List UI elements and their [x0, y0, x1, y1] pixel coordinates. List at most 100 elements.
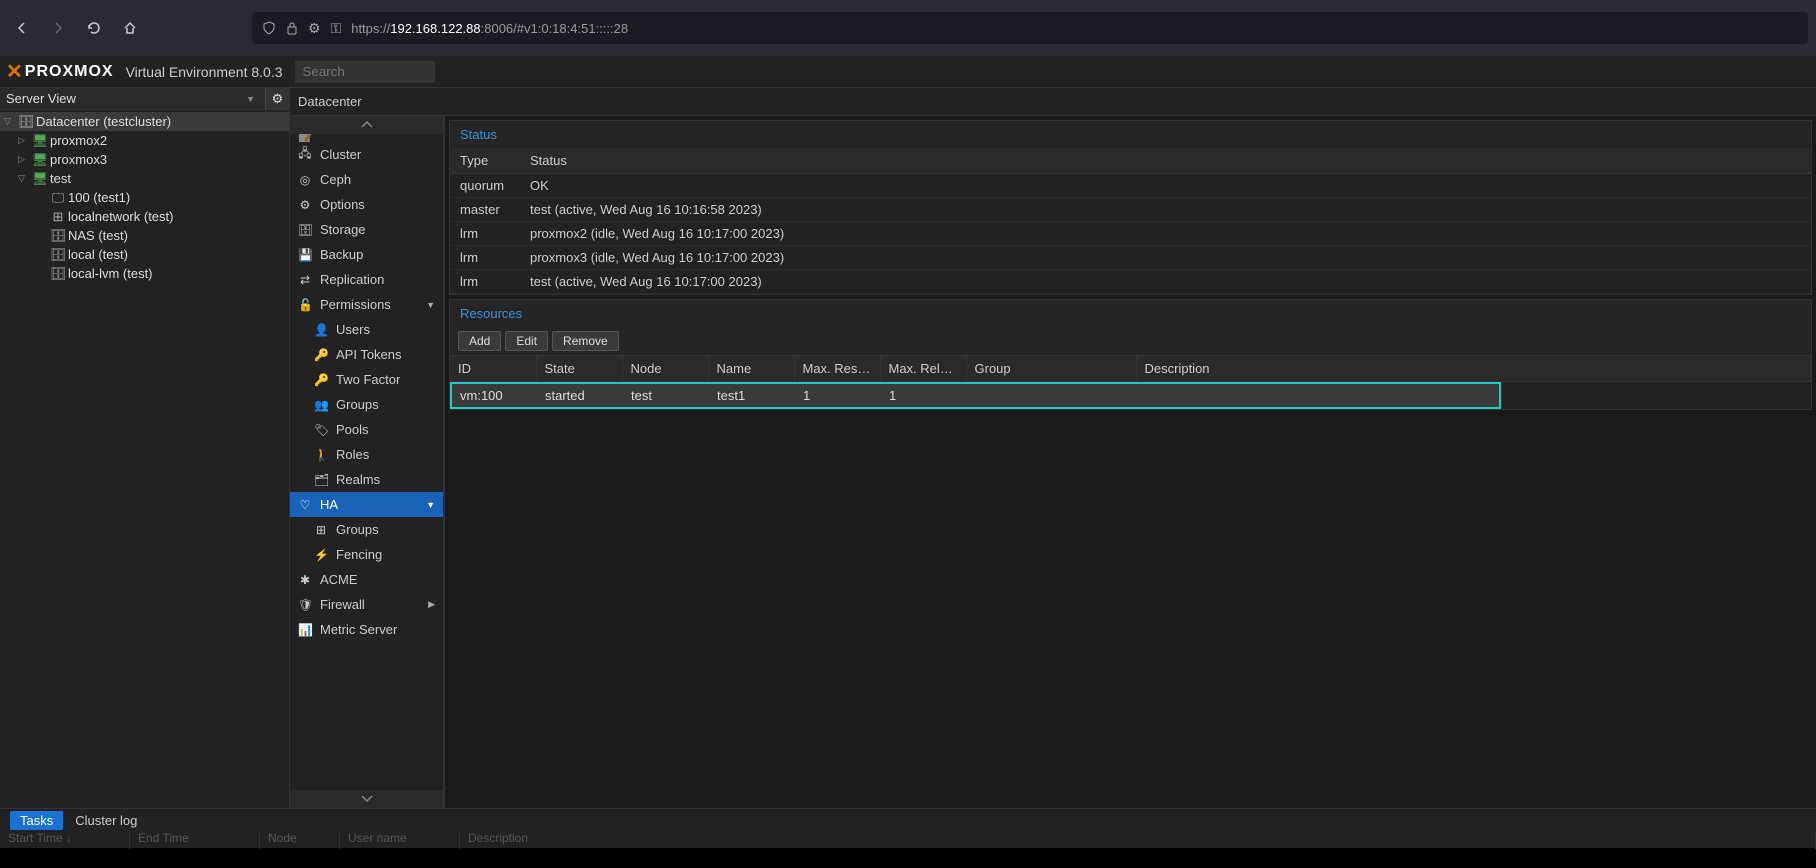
scroll-up-button[interactable]: [290, 116, 443, 134]
tab-cluster-log[interactable]: Cluster log: [65, 811, 147, 830]
status-value: proxmox2 (idle, Wed Aug 16 10:17:00 2023…: [520, 222, 1811, 246]
remove-button[interactable]: Remove: [552, 331, 619, 351]
menu-item-replication[interactable]: ⇄ Replication: [290, 267, 443, 292]
menu-label: Backup: [320, 247, 363, 262]
col-group[interactable]: Group: [966, 356, 1136, 382]
col-max-restart[interactable]: Max. Restart: [794, 356, 880, 382]
add-button[interactable]: Add: [458, 331, 501, 351]
tree-node-proxmox3[interactable]: ▷ 🖥 proxmox3: [0, 150, 289, 169]
tasks-header: Start Time ↓ End Time Node User name Des…: [0, 831, 1816, 849]
back-button[interactable]: [8, 14, 36, 42]
menu-item-users[interactable]: 👤Users: [290, 317, 443, 342]
menu-item-roles[interactable]: 🚶Roles: [290, 442, 443, 467]
menu-item-ha[interactable]: ♡HA▼: [290, 492, 443, 517]
resource-row-selected[interactable]: vm:100 started test test1 1 1: [451, 383, 1500, 408]
collapse-icon[interactable]: ▽: [4, 116, 16, 127]
tree-storage-local[interactable]: 🗄 local (test): [0, 245, 289, 264]
settings-button[interactable]: ⚙: [265, 88, 289, 110]
menu-item-cluster[interactable]: 🖧Cluster: [290, 142, 443, 167]
menu-icon: 🔓: [298, 298, 312, 312]
col-node[interactable]: Node: [622, 356, 708, 382]
menu-item-acme[interactable]: ✱ACME: [290, 567, 443, 592]
menu-item-pools[interactable]: 🏷Pools: [290, 417, 443, 442]
search-input[interactable]: [295, 61, 435, 83]
breadcrumb: Datacenter: [290, 88, 1816, 116]
col-name[interactable]: Name: [708, 356, 794, 382]
cell-max-restart: 1: [795, 383, 881, 408]
collapse-icon[interactable]: ▽: [18, 173, 30, 184]
tree-storage-nas[interactable]: 🗄 NAS (test): [0, 226, 289, 245]
config-menu: 📝🖧Cluster◎Ceph⚙Options🗄Storage💾Backup ⇄ Re…: [290, 116, 445, 808]
tasks-panel: Tasks Cluster log Start Time ↓ End Time …: [0, 808, 1816, 848]
menu-icon: ⊞: [314, 523, 328, 537]
status-row[interactable]: lrmproxmox2 (idle, Wed Aug 16 10:17:00 2…: [450, 222, 1811, 246]
tree-vm-100[interactable]: 🖵 100 (test1): [0, 188, 289, 207]
home-button[interactable]: [116, 14, 144, 42]
menu-item-storage[interactable]: 🗄Storage: [290, 217, 443, 242]
chevron-right-icon: ▶: [428, 599, 435, 610]
menu-icon: ⇄: [298, 273, 312, 287]
menu-label: Permissions: [320, 297, 391, 312]
col-max-reloc[interactable]: Max. Reloc…: [880, 356, 966, 382]
menu-label: Cluster: [320, 147, 361, 162]
node-icon: 🖥: [32, 133, 48, 149]
col-state[interactable]: State: [536, 356, 622, 382]
col-description[interactable]: Description: [1136, 356, 1811, 382]
menu-icon: ♡: [298, 498, 312, 512]
menu-label: Replication: [320, 272, 384, 287]
expand-icon[interactable]: ▷: [18, 135, 30, 146]
menu-item-fencing[interactable]: ⚡Fencing: [290, 542, 443, 567]
status-table: Type Status quorumOKmastertest (active, …: [450, 148, 1811, 294]
lock-icon: [286, 21, 298, 35]
menu-item-backup[interactable]: 💾Backup: [290, 242, 443, 267]
menu-item-options[interactable]: ⚙Options: [290, 192, 443, 217]
resource-tree: ▽ 🗄 Datacenter (testcluster) ▷ 🖥 proxmox…: [0, 110, 289, 285]
tree-localnetwork[interactable]: ⊞ localnetwork (test): [0, 207, 289, 226]
server-icon: 🗄: [18, 114, 34, 130]
status-header-status: Status: [520, 148, 1811, 174]
node-icon: 🖥: [32, 152, 48, 168]
address-bar[interactable]: ⚙ ⚿ https://192.168.122.88:8006/#v1:0:18…: [252, 12, 1808, 44]
tree-node-test[interactable]: ▽ 🖥 test: [0, 169, 289, 188]
view-selector[interactable]: Server View ▼ ⚙: [0, 88, 289, 110]
menu-label: Metric Server: [320, 622, 397, 637]
menu-item-notes[interactable]: 📝: [290, 134, 443, 142]
menu-item-api-tokens[interactable]: 🔑API Tokens: [290, 342, 443, 367]
col-id[interactable]: ID: [450, 356, 536, 382]
status-type: lrm: [450, 270, 520, 294]
status-type: quorum: [450, 174, 520, 198]
menu-icon: 🗂: [314, 473, 328, 487]
menu-item-permissions[interactable]: 🔓Permissions▼: [290, 292, 443, 317]
reload-button[interactable]: [80, 14, 108, 42]
menu-label: Users: [336, 322, 370, 337]
url-text: https://192.168.122.88:8006/#v1:0:18:4:5…: [351, 21, 628, 36]
menu-icon: ⚙: [298, 198, 312, 212]
menu-label: API Tokens: [336, 347, 402, 362]
menu-item-realms[interactable]: 🗂Realms: [290, 467, 443, 492]
tree-node-proxmox2[interactable]: ▷ 🖥 proxmox2: [0, 131, 289, 150]
menu-item-groups[interactable]: ⊞Groups: [290, 517, 443, 542]
edit-button[interactable]: Edit: [505, 331, 548, 351]
network-icon: ⊞: [50, 209, 66, 225]
tree-datacenter[interactable]: ▽ 🗄 Datacenter (testcluster): [0, 112, 289, 131]
monitor-icon: 🖵: [50, 190, 66, 206]
expand-icon[interactable]: ▷: [18, 154, 30, 165]
status-row[interactable]: quorumOK: [450, 174, 1811, 198]
forward-button[interactable]: [44, 14, 72, 42]
menu-item-groups[interactable]: 👥Groups: [290, 392, 443, 417]
menu-item-ceph[interactable]: ◎Ceph: [290, 167, 443, 192]
status-row[interactable]: lrmproxmox3 (idle, Wed Aug 16 10:17:00 2…: [450, 246, 1811, 270]
menu-item-firewall[interactable]: 🛡Firewall▶: [290, 592, 443, 617]
scroll-down-button[interactable]: [290, 790, 443, 808]
cell-node: test: [623, 383, 709, 408]
status-row[interactable]: lrmtest (active, Wed Aug 16 10:17:00 202…: [450, 270, 1811, 294]
status-row[interactable]: mastertest (active, Wed Aug 16 10:16:58 …: [450, 198, 1811, 222]
chevron-down-icon: ▼: [426, 500, 435, 510]
tab-tasks[interactable]: Tasks: [10, 811, 63, 830]
tree-storage-local-lvm[interactable]: 🗄 local-lvm (test): [0, 264, 289, 283]
resources-panel: Resources Add Edit Remove ID State: [449, 299, 1812, 410]
menu-item-metric-server[interactable]: 📊Metric Server: [290, 617, 443, 642]
status-type: master: [450, 198, 520, 222]
menu-item-two-factor[interactable]: 🔑Two Factor: [290, 367, 443, 392]
menu-icon: 🗄: [298, 223, 312, 237]
